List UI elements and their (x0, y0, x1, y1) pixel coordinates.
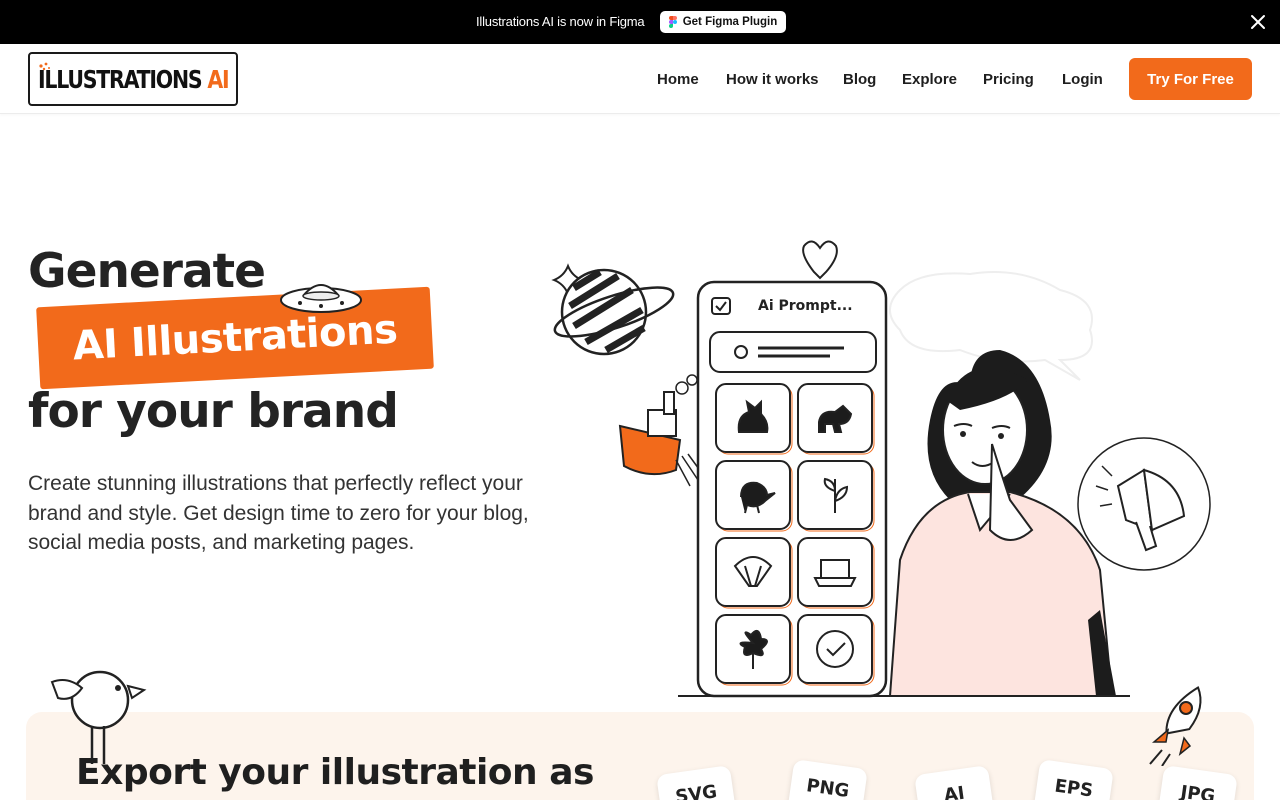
ufo-icon (280, 284, 362, 313)
prompt-tile-cat-icon (715, 383, 793, 455)
try-for-free-button[interactable]: Try For Free (1129, 58, 1252, 100)
rocket-icon (1149, 686, 1202, 766)
prompt-tile-flower-icon (715, 614, 793, 686)
hero-heading-line1: Generate (28, 244, 266, 299)
announcement-bar: Illustrations AI is now in Figma Get Fig… (0, 0, 1280, 44)
prompt-tile-dog-icon (797, 383, 875, 455)
megaphone-icon (1077, 437, 1211, 571)
nav-explore[interactable]: Explore (902, 71, 957, 88)
hero-highlight-banner: AI Illustrations (36, 286, 434, 390)
hero-illustration: Ai Prompt... (551, 240, 1211, 698)
phone-mockup: Ai Prompt... (696, 280, 888, 698)
prompt-tile-plant-icon (797, 460, 875, 532)
hero-heading-line3: for your brand (28, 384, 399, 439)
heart-icon (802, 240, 838, 280)
prompt-tile-parachute-icon (715, 537, 793, 609)
nav-how-it-works[interactable]: How it works (726, 71, 819, 88)
prompt-tile-checkmark-icon (797, 614, 875, 686)
nav-blog[interactable]: Blog (843, 71, 876, 88)
nav-login[interactable]: Login (1062, 71, 1103, 88)
hero-subtitle: Create stunning illustrations that perfe… (28, 472, 529, 554)
site-logo[interactable]: ILLUSTRATIONS AI (28, 52, 238, 106)
announcement-message: Illustrations AI is now in Figma (476, 14, 645, 29)
prompt-tile-laptop-icon (797, 537, 875, 609)
get-figma-plugin-button[interactable]: Get Figma Plugin (660, 11, 786, 33)
nav-home[interactable]: Home (657, 71, 699, 88)
get-figma-plugin-label: Get Figma Plugin (682, 16, 778, 28)
nav-pricing[interactable]: Pricing (983, 71, 1034, 88)
close-icon[interactable] (1248, 12, 1268, 32)
logo-wordmark: ILLUSTRATIONS AI (38, 64, 230, 94)
figma-icon (668, 16, 677, 28)
boat-icon (618, 374, 705, 487)
export-section-title: Export your illustration as (76, 752, 594, 793)
main-navigation: ILLUSTRATIONS AI Home How it works Blog … (0, 44, 1280, 114)
prompt-tile-bird-icon (715, 460, 793, 532)
phone-prompt-title: Ai Prompt... (758, 298, 853, 314)
